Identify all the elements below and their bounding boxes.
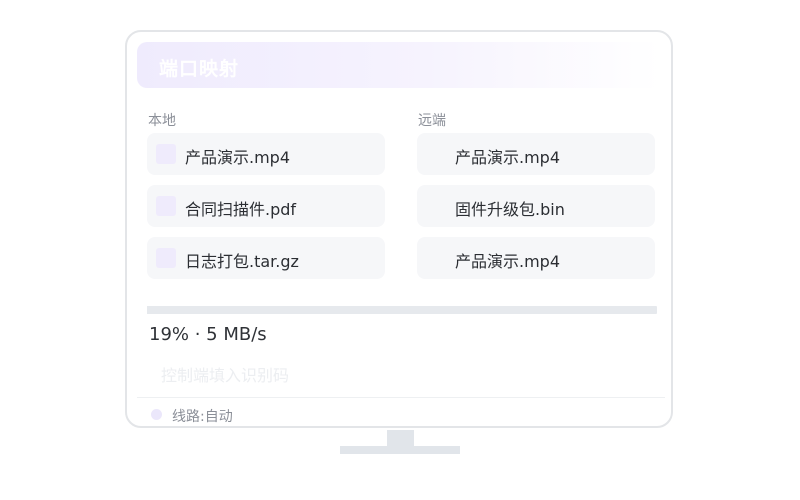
route-status-dot-icon — [151, 409, 162, 420]
remote-file-item[interactable]: 产品演示.mp4 — [417, 133, 655, 175]
remote-column-label: 远端 — [418, 113, 446, 129]
file-name: 合同扫描件.pdf — [185, 200, 297, 219]
file-name: 产品演示.mp4 — [455, 252, 561, 271]
identification-code-input[interactable] — [149, 362, 473, 388]
window-title: 端口映射 — [159, 58, 240, 80]
file-name: 产品演示.mp4 — [185, 148, 291, 167]
local-file-item[interactable]: 产品演示.mp4 — [147, 133, 385, 175]
monitor-frame: 端口映射 ⠿ 本地 远端 产品演示.mp4 合同扫描件.pdf 日志打包.tar… — [125, 30, 673, 428]
file-name: 固件升级包.bin — [455, 200, 565, 219]
transfer-progress-bar — [147, 306, 657, 314]
transfer-progress-fill — [147, 306, 244, 314]
footer-divider — [137, 397, 665, 398]
monitor-stand-base — [340, 446, 460, 454]
remote-file-item[interactable]: 固件升级包.bin — [417, 185, 655, 227]
file-icon — [156, 196, 176, 216]
monitor-stand-neck — [387, 430, 414, 447]
local-column-label: 本地 — [148, 113, 176, 129]
file-name: 日志打包.tar.gz — [185, 252, 299, 271]
title-bar: 端口映射 ⠿ — [137, 42, 661, 88]
drag-handle-icon[interactable]: ⠿ — [630, 54, 643, 75]
local-file-item[interactable]: 日志打包.tar.gz — [147, 237, 385, 279]
file-name: 产品演示.mp4 — [455, 148, 561, 167]
transfer-status: 19% · 5 MB/s — [149, 324, 267, 345]
file-icon — [156, 144, 176, 164]
route-label[interactable]: 线路:自动 — [172, 406, 233, 426]
local-file-item[interactable]: 合同扫描件.pdf — [147, 185, 385, 227]
file-icon — [156, 248, 176, 268]
remote-file-item[interactable]: 产品演示.mp4 — [417, 237, 655, 279]
